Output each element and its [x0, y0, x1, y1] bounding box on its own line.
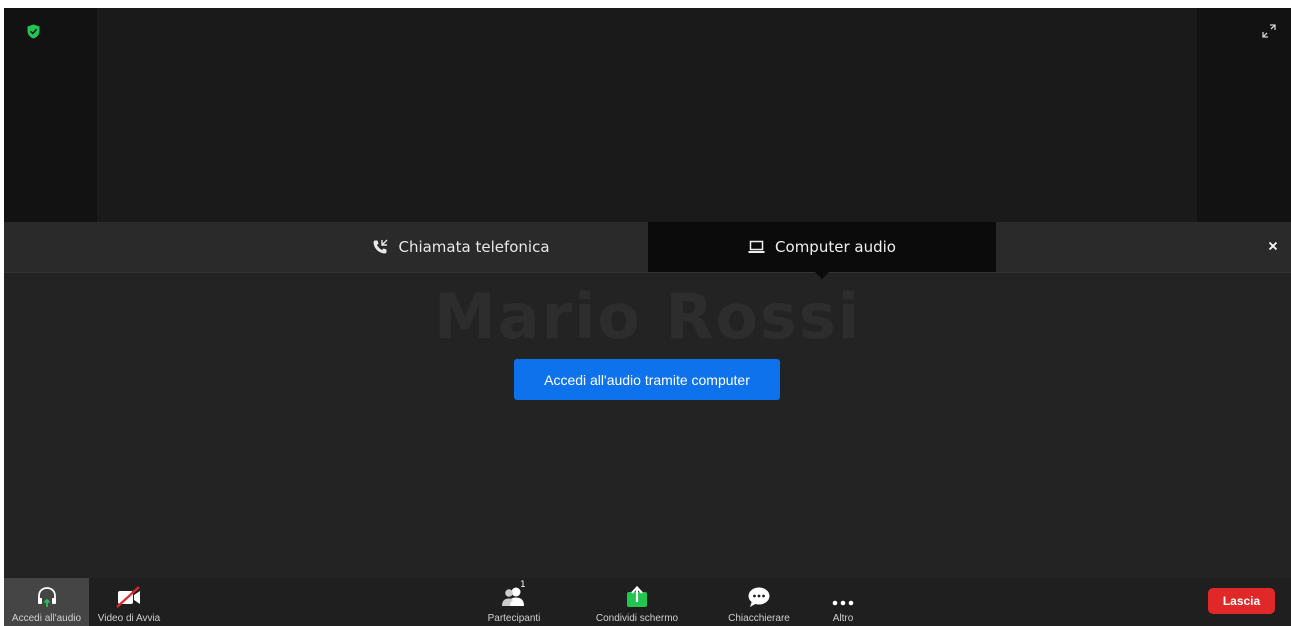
audio-panel: Chiamata telefonica Computer audio Mario… [4, 222, 1291, 626]
participants-count-badge: 1 [520, 580, 526, 590]
participants-button[interactable]: 1 Partecipanti [474, 578, 554, 626]
more-button[interactable]: Altro [818, 578, 868, 626]
start-video-label: Video di Avvia [97, 613, 161, 624]
tab-computer-audio[interactable]: Computer audio [648, 222, 996, 279]
chat-icon [747, 582, 771, 608]
video-side-left [4, 8, 97, 222]
meeting-toolbar: Accedi all'audio Video di Avvia 1 Partec… [4, 578, 1291, 626]
chat-label: Chiacchierare [728, 613, 790, 624]
start-video-button[interactable]: Video di Avvia [89, 578, 169, 626]
expand-icon[interactable] [1262, 23, 1276, 38]
join-audio-button[interactable]: Accedi all'audio [4, 578, 89, 626]
participant-name-background: Mario Rossi [434, 280, 861, 353]
share-screen-icon [625, 582, 649, 608]
shield-check-icon[interactable] [26, 24, 41, 39]
video-strip [4, 8, 1291, 222]
leave-button[interactable]: Lascia [1208, 588, 1275, 614]
audio-tabbar: Chiamata telefonica Computer audio [4, 222, 1291, 279]
participants-label: Partecipanti [487, 613, 541, 624]
share-screen-button[interactable]: Condividi schermo [582, 578, 692, 626]
phone-icon [372, 239, 388, 255]
join-audio-label: Accedi all'audio [11, 613, 82, 624]
tab-phone-label: Chiamata telefonica [398, 238, 550, 256]
tab-phone-call[interactable]: Chiamata telefonica [274, 222, 648, 272]
headphones-icon [35, 582, 59, 608]
more-icon [831, 582, 855, 608]
join-computer-audio-button[interactable]: Accedi all'audio tramite computer [514, 359, 780, 400]
more-label: Altro [832, 613, 854, 624]
close-icon[interactable] [1265, 238, 1281, 254]
tab-computer-label: Computer audio [775, 238, 896, 256]
meeting-window: Chiamata telefonica Computer audio Mario… [4, 8, 1291, 626]
video-off-icon [115, 582, 143, 608]
share-screen-label: Condividi schermo [595, 613, 679, 624]
video-side-right [1197, 8, 1291, 222]
laptop-icon [748, 240, 765, 254]
chat-button[interactable]: Chiacchierare [716, 578, 802, 626]
